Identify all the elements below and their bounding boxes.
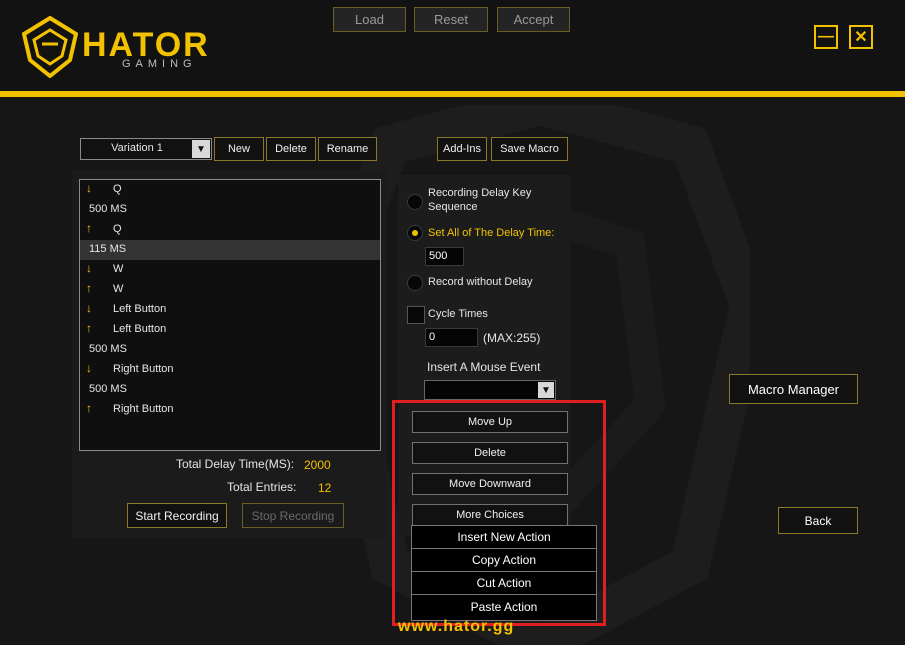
list-item[interactable]: 500 MS <box>80 340 380 360</box>
list-item-text: Q <box>113 183 122 195</box>
arrow-down-icon: ↓ <box>86 301 92 315</box>
list-item[interactable]: 115 MS <box>80 240 380 260</box>
list-item[interactable]: 500 MS <box>80 380 380 400</box>
back-button[interactable]: Back <box>778 507 858 534</box>
arrow-down-icon: ↓ <box>86 261 92 275</box>
total-entries-value: 12 <box>318 481 332 495</box>
list-item-text: Left Button <box>113 303 167 315</box>
list-item-text: Q <box>113 223 122 235</box>
list-item-text: Right Button <box>113 403 174 415</box>
cycle-max-label: (MAX:255) <box>483 331 541 345</box>
save-macro-button[interactable]: Save Macro <box>491 137 568 161</box>
total-entries-label: Total Entries: <box>227 480 297 494</box>
list-item-text: 115 MS <box>89 243 127 255</box>
record-without-delay-label: Record without Delay <box>428 276 533 288</box>
list-item[interactable]: ↓ W <box>80 260 380 280</box>
list-item[interactable]: ↑ Left Button <box>80 320 380 340</box>
delay-time-input[interactable]: 500 <box>425 247 464 266</box>
list-item[interactable]: 500 MS <box>80 200 380 220</box>
list-item-text: 500 MS <box>89 383 127 395</box>
total-delay-value: 2000 <box>304 458 331 472</box>
list-item-text: 500 MS <box>89 203 127 215</box>
recording-delay-label: Recording Delay Key Sequence <box>428 187 532 213</box>
minimize-icon: — <box>818 28 834 45</box>
list-item[interactable]: ↑ Right Button <box>80 400 380 420</box>
recording-delay-radio[interactable] <box>407 194 423 210</box>
record-without-delay-radio[interactable] <box>407 275 423 291</box>
arrow-up-icon: ↑ <box>86 321 92 335</box>
rename-button[interactable]: Rename <box>318 137 377 161</box>
set-all-delay-label: Set All of The Delay Time: <box>428 227 555 239</box>
variation-select-value: Variation 1 <box>111 142 163 154</box>
chevron-down-icon: ▼ <box>192 140 210 158</box>
mouse-event-select[interactable]: ▼ <box>424 380 556 400</box>
minimize-button[interactable]: — <box>814 25 838 49</box>
list-item-text: W <box>113 283 124 295</box>
cycle-times-checkbox[interactable] <box>407 306 425 324</box>
list-item-text: Right Button <box>113 363 174 375</box>
list-item[interactable]: ↓ Right Button <box>80 360 380 380</box>
list-item[interactable]: ↓ Left Button <box>80 300 380 320</box>
arrow-up-icon: ↑ <box>86 401 92 415</box>
arrow-up-icon: ↑ <box>86 281 92 295</box>
list-item[interactable]: ↓ Q <box>80 180 380 200</box>
chevron-down-icon: ▼ <box>538 382 554 398</box>
cycle-times-label: Cycle Times <box>428 308 488 320</box>
stop-recording-button[interactable]: Stop Recording <box>242 503 344 528</box>
hator-logo-icon <box>22 16 78 78</box>
list-item[interactable]: ↑ W <box>80 280 380 300</box>
list-item-text: Left Button <box>113 323 167 335</box>
radio-selected-dot <box>412 230 418 236</box>
list-item-text: 500 MS <box>89 343 127 355</box>
macro-manager-button[interactable]: Macro Manager <box>729 374 858 404</box>
arrow-up-icon: ↑ <box>86 221 92 235</box>
highlight-annotation-box <box>392 400 606 626</box>
reset-button[interactable]: Reset <box>414 7 488 32</box>
arrow-down-icon: ↓ <box>86 181 92 195</box>
macro-list[interactable]: ↓ Q 500 MS ↑ Q 115 MS ↓ W ↑ W ↓ Left Button ↑ Left Bu… <box>79 179 381 451</box>
list-item[interactable]: ↑ Q <box>80 220 380 240</box>
logo-subtitle: GAMING <box>122 58 197 70</box>
arrow-down-icon: ↓ <box>86 361 92 375</box>
close-icon: ✕ <box>854 29 868 46</box>
load-button[interactable]: Load <box>333 7 406 32</box>
header-accent-line <box>0 91 905 97</box>
variation-select[interactable]: Variation 1 ▼ <box>80 138 212 160</box>
delete-variation-button[interactable]: Delete <box>266 137 316 161</box>
list-item-text: W <box>113 263 124 275</box>
add-ins-button[interactable]: Add-Ins <box>437 137 487 161</box>
start-recording-button[interactable]: Start Recording <box>127 503 227 528</box>
insert-mouse-event-label: Insert A Mouse Event <box>427 360 541 374</box>
new-button[interactable]: New <box>214 137 264 161</box>
accept-button[interactable]: Accept <box>497 7 570 32</box>
cycle-times-input[interactable]: 0 <box>425 328 478 347</box>
close-button[interactable]: ✕ <box>849 25 873 49</box>
set-all-delay-radio[interactable] <box>407 225 423 241</box>
total-delay-label: Total Delay Time(MS): <box>176 457 295 471</box>
footer-url[interactable]: www.hator.gg <box>398 618 514 636</box>
